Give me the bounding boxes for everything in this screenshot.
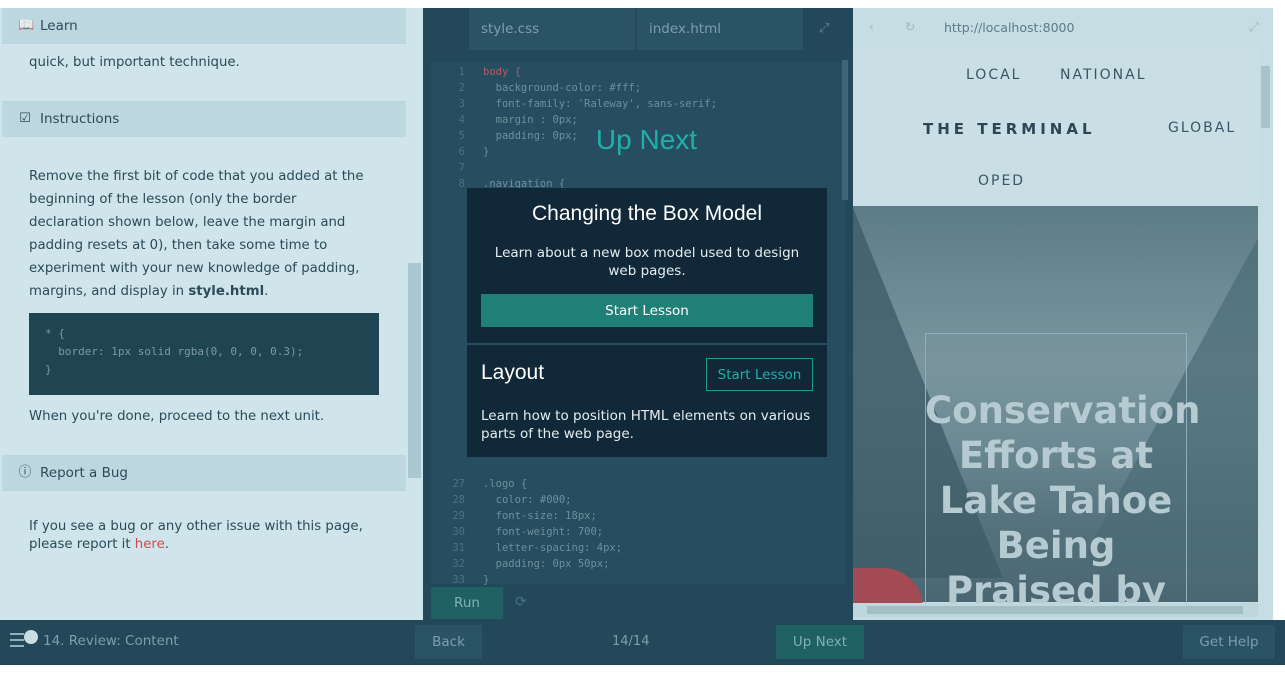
line-text: letter-spacing: 4px; (483, 542, 623, 554)
site-navigation: LOCAL NATIONAL THE TERMINAL GLOBAL OPED (853, 48, 1258, 206)
run-bar: Run ⟳ (423, 586, 853, 620)
line-number: 30 (452, 526, 465, 538)
line-number: 7 (458, 162, 465, 174)
line-text: } (483, 574, 490, 586)
code-line-1: * { (45, 327, 65, 340)
card-title: Changing the Box Model (532, 202, 762, 225)
report-bug-link[interactable]: here (135, 537, 165, 552)
expand-icon[interactable]: ⤢ (819, 21, 829, 36)
done-text: When you're done, proceed to the next un… (29, 409, 325, 424)
unit-title: 14. Review: Content (43, 633, 179, 649)
start-lesson-button[interactable]: Start Lesson (481, 294, 813, 327)
start-layout-lesson-button[interactable]: Start Lesson (706, 358, 813, 391)
instructions-section-header[interactable]: ☑ Instructions (2, 101, 406, 137)
line-text: padding: 0px 50px; (483, 558, 610, 570)
instructions-code-block: * { border: 1px solid rgba(0, 0, 0, 0.3)… (29, 313, 379, 395)
instructions-text: Remove the first bit of code that you ad… (29, 169, 364, 299)
lesson-panel: 📖 Learn quick, but important technique. … (0, 8, 423, 620)
nav-oped[interactable]: OPED (978, 173, 1025, 189)
line-number: 27 (452, 478, 465, 490)
line-text: font-size: 18px; (483, 510, 597, 522)
code-line: 7 (431, 160, 483, 176)
get-help-button[interactable]: Get Help (1183, 625, 1275, 659)
line-text: color: #000; (483, 494, 572, 506)
learn-text: quick, but important technique. (29, 55, 240, 70)
site-logo[interactable]: THE TERMINAL (923, 120, 1096, 138)
fullscreen-icon[interactable]: ⤢ (1249, 19, 1259, 35)
card-description: Learn how to position HTML elements on v… (481, 408, 811, 442)
report-bug-section-header[interactable]: ⓘ Report a Bug (2, 455, 406, 491)
editor-tabbar: style.css index.html ⤢ (423, 8, 853, 50)
layout-lesson-card: Layout Start Lesson Learn how to positio… (467, 345, 827, 457)
tab-index-html[interactable]: index.html (637, 8, 803, 50)
code-line: 2 background-color: #fff; (431, 80, 641, 96)
line-text: .logo { (483, 478, 528, 490)
next-lesson-card: Changing the Box Model Learn about a new… (467, 188, 827, 343)
preview-vertical-scrollbar[interactable] (1258, 48, 1273, 608)
line-number: 29 (452, 510, 465, 522)
browser-toolbar: ‹ ↻ http://localhost:8000 ⤢ (853, 8, 1273, 48)
back-button[interactable]: Back (415, 625, 482, 659)
code-line: 31 letter-spacing: 4px; (431, 540, 622, 556)
checkbox-icon: ☑ (19, 111, 31, 126)
instructions-header-label: Instructions (40, 111, 120, 127)
line-text: font-family: 'Raleway', sans-serif; (483, 98, 717, 110)
code-line: 27 .logo { (431, 476, 527, 492)
line-number: 8 (458, 178, 465, 190)
bottom-navigation-bar: 14. Review: Content Back 14/14 Up Next G… (0, 620, 1285, 665)
hero-headline: Conservation Efforts at Lake Tahoe Being… (925, 389, 1201, 612)
learn-section-header[interactable]: 📖 Learn (2, 8, 406, 44)
card-title: Layout (481, 361, 545, 384)
tab-style-css[interactable]: style.css (469, 8, 635, 50)
code-line: 3 font-family: 'Raleway', sans-serif; (431, 96, 717, 112)
code-line: 28 color: #000; (431, 492, 572, 508)
card-description: Learn about a new box model used to desi… (494, 245, 800, 279)
book-icon: 📖 (18, 18, 35, 33)
up-next-button[interactable]: Up Next (776, 625, 864, 659)
reset-icon[interactable]: ⟳ (515, 594, 527, 610)
code-line: 1 body { (431, 64, 521, 80)
line-number: 1 (458, 66, 465, 78)
code-line-2: border: 1px solid rgba(0, 0, 0, 0.3); (45, 345, 304, 358)
url-field[interactable]: http://localhost:8000 (944, 20, 1074, 35)
nav-national[interactable]: NATIONAL (1060, 67, 1147, 83)
up-next-heading: Up Next (595, 124, 698, 155)
line-number: 31 (452, 542, 465, 554)
info-icon: ⓘ (18, 465, 32, 480)
page-counter: 14/14 (612, 634, 650, 649)
run-button[interactable]: Run (431, 587, 503, 619)
bug-text: If you see a bug or any other issue with… (29, 519, 363, 552)
browser-preview: ‹ ↻ http://localhost:8000 ⤢ LOCAL NATION… (853, 8, 1273, 620)
preview-scroll-thumb[interactable] (1261, 66, 1270, 128)
instructions-file: style.html (188, 284, 265, 299)
code-line: 32 padding: 0px 50px; (431, 556, 609, 572)
code-line: 29 font-size: 18px; (431, 508, 597, 524)
code-line: 30 font-weight: 700; (431, 524, 603, 540)
report-bug-label: Report a Bug (40, 465, 128, 481)
bug-body: If you see a bug or any other issue with… (29, 519, 363, 552)
instructions-body: Remove the first bit of code that you ad… (29, 169, 364, 299)
back-arrow-icon[interactable]: ‹ (869, 19, 874, 34)
line-number: 2 (458, 82, 465, 94)
refresh-icon[interactable]: ↻ (905, 19, 915, 34)
line-text: body { (483, 66, 521, 78)
nav-local[interactable]: LOCAL (966, 67, 1021, 83)
left-scrollbar[interactable] (408, 263, 421, 478)
line-number: 28 (452, 494, 465, 506)
menu-toggle-knob[interactable] (24, 630, 38, 644)
line-number: 32 (452, 558, 465, 570)
learn-header-label: Learn (40, 18, 78, 34)
line-number: 3 (458, 98, 465, 110)
preview-horizontal-thumb[interactable] (867, 606, 1243, 614)
line-text: background-color: #fff; (483, 82, 642, 94)
line-text: font-weight: 700; (483, 526, 604, 538)
code-line-3: } (45, 363, 52, 376)
nav-global[interactable]: GLOBAL (1168, 120, 1236, 136)
